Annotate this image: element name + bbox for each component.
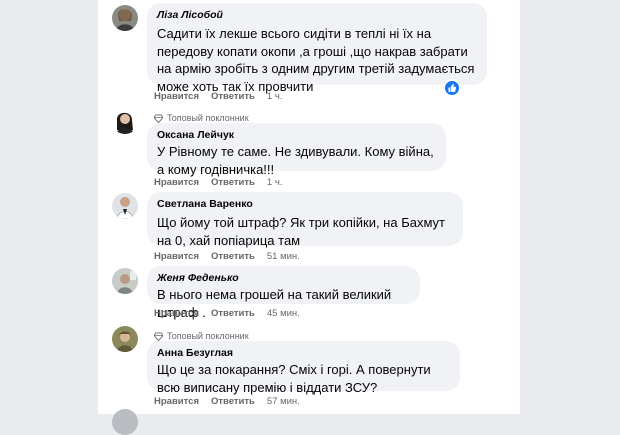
comment-text: Що це за покарання? Сміх і горі. А повер… — [157, 362, 431, 395]
top-fan-badge: Топовый поклонник — [154, 331, 249, 341]
comment-bubble: Светлана Варенко Що йому той штраф? Як т… — [147, 192, 463, 248]
reply-link[interactable]: Ответить — [211, 396, 255, 407]
comment-actions: Нравится Ответить 1 ч. — [154, 91, 282, 102]
comment-actions: Нравится Ответить 45 мин. — [154, 308, 300, 319]
like-link[interactable]: Нравится — [154, 396, 199, 407]
top-fan-label: Топовый поклонник — [167, 113, 249, 123]
comment-actions: Нравится Ответить 57 мин. — [154, 396, 300, 407]
comment-author[interactable]: Ліза Лісобой — [157, 9, 477, 22]
reply-link[interactable]: Ответить — [211, 91, 255, 102]
comment-bubble: Анна Безуглая Що це за покарання? Сміх і… — [147, 341, 460, 395]
comment-bubble: Женя Феденько В нього нема грошей на так… — [147, 266, 420, 320]
comment-timestamp[interactable]: 1 ч. — [267, 91, 283, 102]
comment-timestamp[interactable]: 1 ч. — [267, 177, 283, 188]
avatar[interactable] — [112, 268, 138, 294]
comment-bubble: Оксана Лейчук У Рівному те саме. Не здив… — [147, 123, 446, 177]
comment-actions: Нравится Ответить 1 ч. — [154, 177, 282, 188]
comment-bubble: Ліза Лісобой Садити їх лекше всього сиді… — [147, 3, 487, 94]
diamond-icon — [154, 331, 163, 341]
comment-timestamp[interactable]: 51 мин. — [267, 251, 300, 262]
reply-link[interactable]: Ответить — [211, 308, 255, 319]
comment-text: У Рівному те саме. Не здивували. Кому ві… — [157, 144, 434, 177]
reply-link[interactable]: Ответить — [211, 251, 255, 262]
comment-text: Садити їх лекше всього сидіти в теплі ні… — [157, 26, 475, 94]
like-link[interactable]: Нравится — [154, 308, 199, 319]
comment-author[interactable]: Анна Безуглая — [157, 347, 450, 360]
comment-timestamp[interactable]: 57 мин. — [267, 396, 300, 407]
comment-author[interactable]: Женя Феденько — [157, 272, 410, 285]
thumbs-up-icon[interactable] — [445, 81, 459, 95]
avatar[interactable] — [112, 108, 138, 134]
comment-timestamp[interactable]: 45 мин. — [267, 308, 300, 319]
avatar[interactable] — [112, 5, 138, 31]
page-background: Ліза Лісобой Садити їх лекше всього сиді… — [0, 0, 620, 435]
comments-feed: Ліза Лісобой Садити їх лекше всього сиді… — [98, 0, 520, 435]
avatar[interactable] — [112, 409, 138, 435]
avatar[interactable] — [112, 326, 138, 352]
like-link[interactable]: Нравится — [154, 177, 199, 188]
comment-actions: Нравится Ответить 51 мин. — [154, 251, 300, 262]
comment-author[interactable]: Оксана Лейчук — [157, 129, 436, 142]
avatar[interactable] — [112, 193, 138, 219]
page-scrollbar[interactable] — [612, 0, 620, 414]
top-fan-label: Топовый поклонник — [167, 331, 249, 341]
like-link[interactable]: Нравится — [154, 251, 199, 262]
diamond-icon — [154, 113, 163, 123]
reply-link[interactable]: Ответить — [211, 177, 255, 188]
like-link[interactable]: Нравится — [154, 91, 199, 102]
comment-text: Що йому той штраф? Як три копійки, на Ба… — [157, 215, 445, 248]
top-fan-badge: Топовый поклонник — [154, 113, 249, 123]
comment-author[interactable]: Светлана Варенко — [157, 198, 453, 211]
